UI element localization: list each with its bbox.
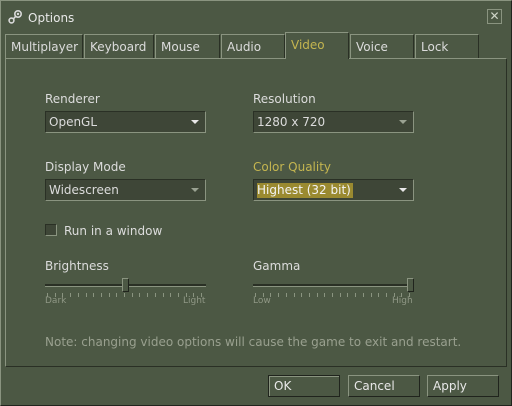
tab-voice[interactable]: Voice: [350, 34, 414, 58]
slider-tick: [170, 293, 171, 297]
restart-note: Note: changing video options will cause …: [45, 335, 462, 349]
tab-mouse[interactable]: Mouse: [155, 34, 220, 58]
cancel-button[interactable]: Cancel: [348, 375, 420, 397]
ok-button[interactable]: OK: [268, 375, 340, 397]
options-window: Options ✕ Multiplayer Keyboard Mouse Aud…: [0, 0, 512, 406]
cancel-label: Cancel: [354, 379, 395, 393]
ok-label: OK: [274, 379, 292, 393]
tab-label: Video: [291, 38, 325, 52]
slider-tick: [124, 293, 125, 297]
chevron-down-icon: [191, 120, 199, 124]
slider-tick: [93, 293, 94, 297]
slider-tick: [286, 293, 287, 297]
chevron-down-icon: [399, 188, 407, 192]
renderer-value: OpenGL: [49, 115, 98, 129]
gamma-slider-track[interactable]: [253, 284, 414, 287]
brightness-min-label: Dark: [45, 296, 67, 306]
gamma-max-label: High: [392, 296, 413, 306]
resolution-dropdown[interactable]: 1280 x 720: [253, 111, 414, 133]
tab-label: Voice: [356, 40, 388, 54]
slider-tick: [78, 293, 79, 297]
tab-label: Keyboard: [90, 40, 147, 54]
chevron-down-icon: [191, 188, 199, 192]
tab-multiplayer[interactable]: Multiplayer: [5, 34, 83, 58]
tab-label: Multiplayer: [11, 40, 79, 54]
slider-tick: [155, 293, 156, 297]
renderer-dropdown[interactable]: OpenGL: [45, 111, 206, 133]
tab-bar: Multiplayer Keyboard Mouse Audio Video V…: [5, 32, 485, 59]
slider-tick: [147, 293, 148, 297]
display-mode-label: Display Mode: [45, 160, 126, 174]
slider-tick: [317, 293, 318, 297]
gamma-min-label: Low: [253, 296, 271, 306]
gamma-ticks: [255, 293, 410, 298]
window-title: Options: [28, 11, 75, 25]
title-bar[interactable]: Options ✕: [1, 1, 511, 33]
slider-tick: [86, 293, 87, 297]
steam-icon: [8, 9, 23, 24]
renderer-label: Renderer: [45, 92, 100, 106]
slider-tick: [116, 293, 117, 297]
slider-tick: [70, 293, 71, 297]
slider-tick: [378, 293, 379, 297]
apply-button[interactable]: Apply: [427, 375, 499, 397]
close-icon: ✕: [489, 9, 500, 23]
color-quality-value: Highest (32 bit): [257, 183, 353, 198]
gamma-slider-thumb[interactable]: [407, 278, 414, 292]
slider-tick: [301, 293, 302, 297]
slider-tick: [101, 293, 102, 297]
slider-tick: [109, 293, 110, 297]
tab-label: Mouse: [161, 40, 200, 54]
slider-tick: [278, 293, 279, 297]
tab-label: Audio: [227, 40, 262, 54]
slider-tick: [386, 293, 387, 297]
run-in-window-checkbox[interactable]: [45, 224, 57, 236]
tab-keyboard[interactable]: Keyboard: [84, 34, 154, 58]
slider-tick: [163, 293, 164, 297]
slider-tick: [355, 293, 356, 297]
resolution-label: Resolution: [253, 92, 316, 106]
slider-tick: [132, 293, 133, 297]
gamma-label: Gamma: [253, 259, 301, 273]
apply-label: Apply: [433, 379, 467, 393]
resolution-value: 1280 x 720: [257, 115, 326, 129]
brightness-ticks: [47, 293, 202, 298]
tab-audio[interactable]: Audio: [221, 34, 285, 58]
tab-video[interactable]: Video: [285, 32, 349, 59]
color-quality-dropdown[interactable]: Highest (32 bit): [253, 179, 414, 201]
slider-tick: [363, 293, 364, 297]
display-mode-dropdown[interactable]: Widescreen: [45, 179, 206, 201]
slider-tick: [309, 293, 310, 297]
run-in-window-label[interactable]: Run in a window: [64, 224, 162, 238]
slider-tick: [139, 293, 140, 297]
brightness-label: Brightness: [45, 259, 109, 273]
display-mode-value: Widescreen: [49, 183, 119, 197]
slider-tick: [178, 293, 179, 297]
brightness-slider-thumb[interactable]: [122, 278, 129, 292]
brightness-max-label: Light: [183, 296, 206, 306]
slider-tick: [294, 293, 295, 297]
slider-tick: [340, 293, 341, 297]
slider-tick: [371, 293, 372, 297]
tab-lock[interactable]: Lock: [415, 34, 479, 58]
slider-tick: [332, 293, 333, 297]
chevron-down-icon: [399, 120, 407, 124]
slider-tick: [347, 293, 348, 297]
tab-label: Lock: [421, 40, 449, 54]
slider-tick: [324, 293, 325, 297]
close-button[interactable]: ✕: [487, 9, 502, 24]
color-quality-label: Color Quality: [253, 160, 332, 174]
